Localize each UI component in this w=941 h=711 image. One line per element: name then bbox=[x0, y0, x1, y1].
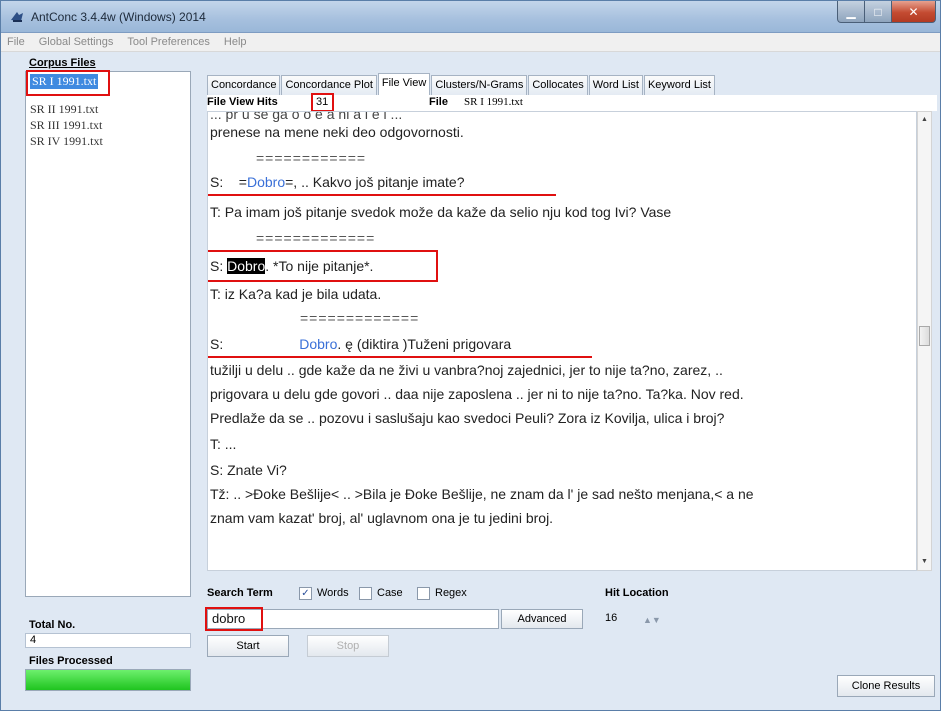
annotation-underline bbox=[208, 194, 556, 196]
hits-label: File View Hits bbox=[207, 96, 278, 108]
text-fragment: =, .. Kakvo još pitanje imate? bbox=[285, 174, 465, 190]
window-controls: ▁ □ ✕ bbox=[837, 1, 936, 23]
text-line-clipped: ... pr u se ga o o e a ni a i e i ... bbox=[210, 111, 403, 122]
corpus-file-list[interactable]: SR I 1991.txt SR II 1991.txt SR III 1991… bbox=[25, 70, 191, 597]
corpus-file-item-2[interactable]: SR II 1991.txt bbox=[30, 102, 98, 117]
annotation-box-file bbox=[26, 70, 110, 96]
text-line: znam vam kazat' broj, al' uglavnom ona j… bbox=[210, 510, 554, 526]
tab-keyword-list[interactable]: Keyword List bbox=[643, 75, 715, 95]
text-fragment: = bbox=[238, 174, 247, 190]
main-panel: Concordance Concordance Plot File View C… bbox=[201, 69, 941, 709]
hit-location-label: Hit Location bbox=[605, 587, 669, 599]
annotation-box-hit bbox=[208, 250, 438, 282]
app-window: AntConc 3.4.4w (Windows) 2014 ▁ □ ✕ File… bbox=[0, 0, 941, 711]
annotation-underline bbox=[208, 356, 592, 358]
scroll-down-icon[interactable]: ▼ bbox=[921, 558, 928, 565]
words-label: Words bbox=[317, 587, 349, 599]
check-icon: ✓ bbox=[301, 588, 310, 599]
total-files-value: 4 bbox=[25, 633, 191, 648]
maximize-icon: □ bbox=[874, 4, 882, 19]
title-bar: AntConc 3.4.4w (Windows) 2014 ▁ □ ✕ bbox=[1, 1, 940, 33]
corpus-file-item-4[interactable]: SR IV 1991.txt bbox=[30, 134, 103, 149]
text-line: prigovara u delu gde govori .. daa nije … bbox=[210, 386, 744, 402]
hit-location-value: 16 bbox=[605, 612, 618, 624]
scrollbar-thumb[interactable] bbox=[919, 326, 930, 346]
tool-tabs: Concordance Concordance Plot File View C… bbox=[207, 73, 716, 95]
tab-word-list[interactable]: Word List bbox=[588, 75, 643, 95]
corpus-sidebar: Corpus Files SR I 1991.txt SR II 1991.tx… bbox=[25, 57, 193, 707]
words-checkbox[interactable]: ✓ bbox=[299, 587, 312, 600]
case-label: Case bbox=[377, 587, 403, 599]
total-files-label: Total No. bbox=[29, 619, 76, 631]
text-separator: ============= bbox=[256, 230, 376, 246]
text-line: T: Pa imam još pitanje svedok može da ka… bbox=[210, 204, 672, 220]
tab-clusters-ngrams[interactable]: Clusters/N-Grams bbox=[431, 75, 528, 95]
annotation-box-search bbox=[205, 607, 263, 631]
file-view-hits-bar: File View Hits 31 File SR I 1991.txt bbox=[207, 93, 937, 112]
text-separator: ============= bbox=[300, 310, 420, 326]
search-hit[interactable]: Dobro bbox=[299, 336, 337, 352]
text-line-hit: S: =Dobro=, .. Kakvo još pitanje imate? bbox=[210, 174, 465, 190]
files-processed-label: Files Processed bbox=[29, 655, 113, 667]
text-line: prenese na mene neki deo odgovornosti. bbox=[210, 124, 464, 140]
menu-bar: File Global Settings Tool Preferences He… bbox=[1, 33, 940, 52]
tab-concordance-plot[interactable]: Concordance Plot bbox=[281, 75, 377, 95]
text-separator: ============ bbox=[256, 150, 367, 166]
corpus-file-item-3[interactable]: SR III 1991.txt bbox=[30, 118, 102, 133]
stop-button[interactable]: Stop bbox=[307, 635, 389, 657]
regex-label: Regex bbox=[435, 587, 467, 599]
scroll-up-icon[interactable]: ▲ bbox=[921, 116, 928, 123]
spinner-arrows-icon[interactable]: ▲▼ bbox=[643, 611, 661, 629]
text-line-hit: S: Dobro. ę (diktira )Tuženi prigovara bbox=[210, 336, 511, 352]
speaker-label: S: bbox=[210, 174, 224, 190]
file-text-view[interactable]: ... pr u se ga o o e a ni a i e i ... pr… bbox=[207, 111, 917, 571]
menu-file[interactable]: File bbox=[1, 36, 33, 48]
text-line: tužilji u delu .. gde kaže da ne živi u … bbox=[210, 362, 723, 378]
file-label: File bbox=[429, 96, 448, 108]
menu-tool-preferences[interactable]: Tool Preferences bbox=[121, 36, 218, 48]
search-hit[interactable]: Dobro bbox=[247, 174, 285, 190]
tab-concordance[interactable]: Concordance bbox=[207, 75, 281, 95]
text-line: Predlaže da se .. pozovu i saslušaju kao… bbox=[210, 410, 725, 426]
corpus-files-title: Corpus Files bbox=[29, 57, 96, 69]
text-line: Tž: .. >Đoke Bešlije< .. >Bila je Đoke B… bbox=[210, 486, 754, 502]
minimize-icon: ▁ bbox=[846, 4, 856, 19]
menu-help[interactable]: Help bbox=[218, 36, 255, 48]
annotation-box-hits bbox=[311, 93, 334, 112]
hit-location-spinner[interactable]: 16 ▲▼ bbox=[605, 609, 661, 629]
minimize-button[interactable]: ▁ bbox=[837, 1, 865, 23]
menu-global-settings[interactable]: Global Settings bbox=[33, 36, 122, 48]
tab-collocates[interactable]: Collocates bbox=[528, 75, 588, 95]
text-line: S: Znate Vi? bbox=[210, 462, 287, 478]
text-fragment: . ę (diktira )Tuženi prigovara bbox=[337, 336, 512, 352]
regex-checkbox[interactable] bbox=[417, 587, 430, 600]
text-line: T: iz Ka?a kad je bila udata. bbox=[210, 286, 382, 302]
file-value: SR I 1991.txt bbox=[464, 96, 523, 108]
progress-fill bbox=[26, 670, 190, 690]
advanced-button[interactable]: Advanced bbox=[501, 609, 583, 629]
start-button[interactable]: Start bbox=[207, 635, 289, 657]
maximize-button[interactable]: □ bbox=[865, 1, 892, 23]
text-line: T: ... bbox=[210, 436, 237, 452]
close-button[interactable]: ✕ bbox=[892, 1, 936, 23]
vertical-scrollbar[interactable]: ▲ ▼ bbox=[917, 111, 932, 571]
window-title: AntConc 3.4.4w (Windows) 2014 bbox=[31, 10, 206, 24]
case-checkbox[interactable] bbox=[359, 587, 372, 600]
close-icon: ✕ bbox=[908, 4, 919, 19]
tab-file-view[interactable]: File View bbox=[377, 73, 431, 95]
files-processed-progress bbox=[25, 669, 191, 691]
speaker-label: S: bbox=[210, 336, 224, 352]
search-term-label: Search Term bbox=[207, 587, 273, 599]
clone-results-button[interactable]: Clone Results bbox=[837, 675, 935, 697]
antconc-logo-icon bbox=[11, 12, 23, 22]
